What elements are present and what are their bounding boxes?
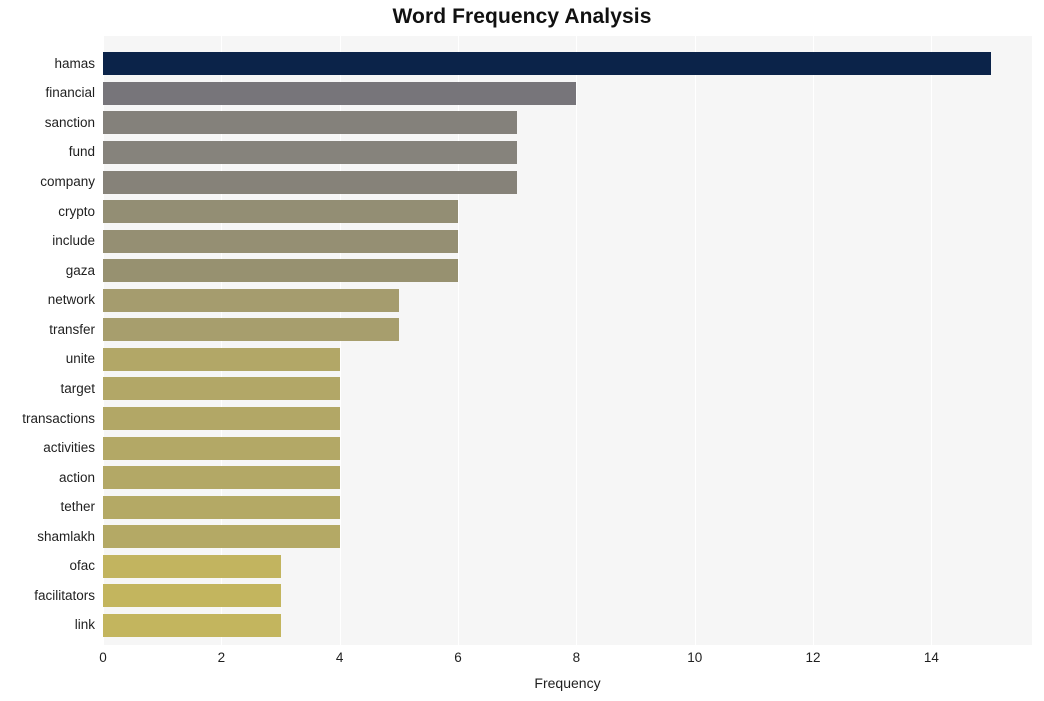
bar-tether [103,495,340,519]
y-tick-label-activities: activities [43,440,95,456]
bar-network [103,288,399,312]
x-tick-label-4: 4 [335,650,344,665]
y-tick-label-transactions: transactions [22,410,95,426]
y-tick-label-tether: tether [60,499,95,515]
y-tick-label-transfer: transfer [49,321,95,337]
bar-fill [103,200,459,224]
bar-crypto [103,200,459,224]
bar-include [103,229,459,253]
x-tick-label-10: 10 [687,650,703,665]
bar-unite [103,347,340,371]
bar-fill [103,52,991,76]
gridline-x-10 [694,36,696,645]
bar-fill [103,259,459,283]
chart-title: Word Frequency Analysis [392,5,652,28]
y-axis-tick-labels: hamas financial sanction fund company crypto i… [0,36,95,645]
x-tick-label-8: 8 [572,650,581,665]
bar-fill [103,584,281,608]
gridline-x-8 [576,36,578,645]
y-tick-label-fund: fund [68,144,95,160]
y-tick-label-gaza: gaza [65,262,95,278]
bar-gaza [103,259,459,283]
y-tick-label-target: target [60,380,95,396]
y-tick-label-include: include [52,233,95,249]
bar-fund [103,140,518,164]
bar-fill [103,377,340,401]
bar-fill [103,81,577,105]
bar-activities [103,436,340,460]
bar-fill [103,111,518,135]
bar-fill [103,170,518,194]
y-tick-label-network: network [47,292,95,308]
x-tick-label-14: 14 [923,650,939,665]
word-frequency-chart: Word Frequency Analysis hamas financial sa… [0,0,1044,701]
y-tick-label-action: action [58,469,95,485]
bar-financial [103,81,577,105]
y-tick-label-ofac: ofac [69,558,95,574]
bar-fill [103,613,281,637]
bar-transactions [103,407,340,431]
y-tick-label-hamas: hamas [54,55,95,71]
bar-company [103,170,518,194]
x-tick-label-12: 12 [805,650,821,665]
bar-facilitators [103,584,281,608]
bar-action [103,466,340,490]
x-tick-label-6: 6 [454,650,462,665]
gridline-x-14 [931,36,933,645]
bar-target [103,377,340,401]
bar-hamas [103,52,991,76]
bar-fill [103,554,281,578]
x-tick-label-2: 2 [217,650,226,665]
y-tick-label-unite: unite [65,351,95,367]
gridline-x-12 [813,36,815,645]
bar-fill [103,407,340,431]
plot-area [103,36,1032,645]
bar-ofac [103,554,281,578]
y-tick-label-facilitators: facilitators [34,587,95,603]
bar-fill [103,495,340,519]
y-tick-label-company: company [40,174,95,189]
bar-fill [103,140,518,164]
y-tick-label-sanction: sanction [44,114,95,130]
bar-fill [103,288,399,312]
bar-fill [103,436,340,460]
y-tick-label-shamlakh: shamlakh [37,528,95,544]
bar-transfer [103,318,399,342]
y-tick-label-link: link [74,617,95,633]
x-axis: 0 2 4 6 8 10 12 14 Frequency [0,645,1044,701]
bar-fill [103,229,459,253]
y-tick-label-financial: financial [45,85,95,101]
bar-fill [103,525,340,549]
bar-fill [103,318,399,342]
bar-sanction [103,111,518,135]
x-tick-label-0: 0 [99,650,107,665]
x-axis-label: Frequency [534,675,601,691]
y-tick-label-crypto: crypto [58,203,95,219]
bar-link [103,613,281,637]
bar-fill [103,347,340,371]
bar-shamlakh [103,525,340,549]
bar-fill [103,466,340,490]
